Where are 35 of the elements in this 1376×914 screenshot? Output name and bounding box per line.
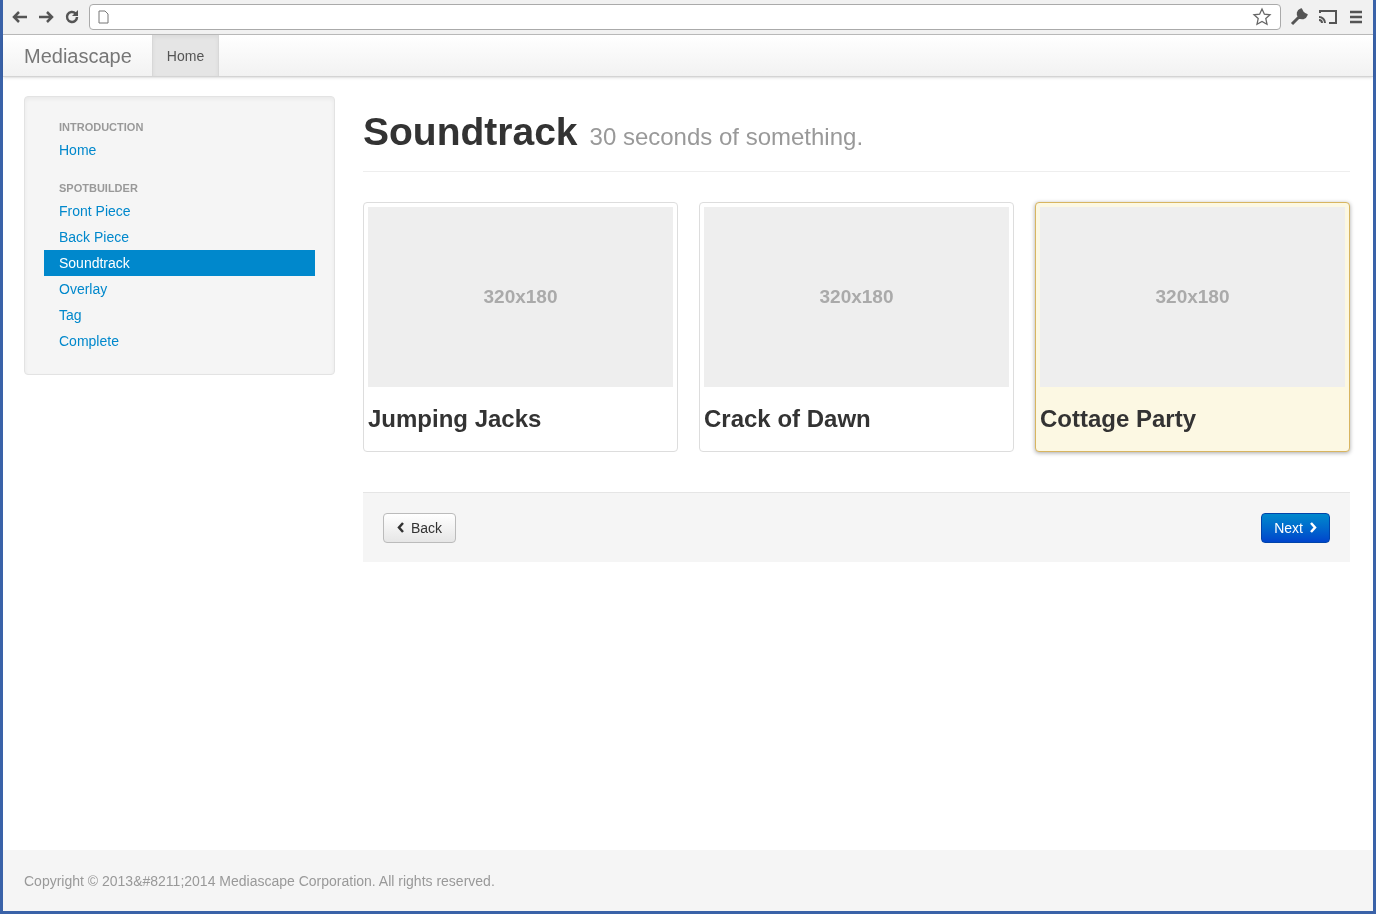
reload-icon[interactable] bbox=[63, 8, 81, 26]
sidebar-link[interactable]: Home bbox=[44, 137, 315, 163]
chevron-right-icon bbox=[1309, 522, 1317, 533]
page-subtitle: 30 seconds of something. bbox=[589, 122, 864, 152]
next-button[interactable]: Next bbox=[1261, 512, 1330, 543]
star-icon[interactable] bbox=[1252, 7, 1272, 27]
page-title: Soundtrack bbox=[363, 112, 578, 151]
media-card[interactable]: 320x180 Crack of Dawn bbox=[699, 202, 1014, 452]
media-card[interactable]: 320x180 Jumping Jacks bbox=[363, 202, 678, 452]
cast-icon[interactable] bbox=[1317, 8, 1339, 26]
back-button[interactable]: Back bbox=[383, 512, 457, 543]
chevron-left-icon bbox=[397, 522, 405, 533]
menu-icon[interactable] bbox=[1347, 9, 1365, 25]
sidebar-link[interactable]: Tag bbox=[44, 302, 315, 328]
media-card[interactable]: 320x180 Cottage Party bbox=[1035, 202, 1350, 452]
nav-tab[interactable]: Home bbox=[151, 35, 220, 76]
sidebar-link[interactable]: Back Piece bbox=[44, 224, 315, 250]
section-heading: INTRODUCTION bbox=[58, 119, 145, 135]
image-placeholder: 320x180 bbox=[1040, 207, 1345, 387]
copyright-text: Copyright © 2013&#8211;2014 Mediascape Corporation. All rights reserved. bbox=[24, 871, 495, 891]
wrench-icon[interactable] bbox=[1289, 7, 1309, 27]
sidebar-link[interactable]: Soundtrack bbox=[44, 250, 315, 276]
sidebar-link[interactable]: Front Piece bbox=[44, 198, 315, 224]
card-title: Cottage Party bbox=[1040, 404, 1198, 434]
forward-icon[interactable] bbox=[37, 9, 55, 25]
sidebar-link[interactable]: Complete bbox=[44, 328, 315, 354]
image-placeholder: 320x180 bbox=[704, 207, 1009, 387]
image-placeholder: 320x180 bbox=[368, 207, 673, 387]
section-heading: SPOTBUILDER bbox=[58, 180, 139, 196]
page-icon bbox=[98, 10, 109, 24]
card-title: Crack of Dawn bbox=[704, 404, 872, 434]
back-icon[interactable] bbox=[11, 9, 29, 25]
brand-name[interactable]: Mediascape bbox=[24, 40, 132, 71]
sidebar-link[interactable]: Overlay bbox=[44, 276, 315, 302]
card-title: Jumping Jacks bbox=[368, 404, 543, 434]
